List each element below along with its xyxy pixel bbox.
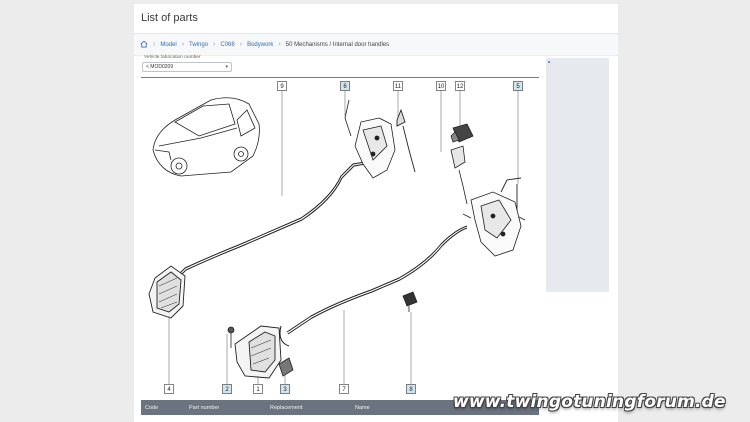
car-illustration — [152, 97, 260, 177]
callout-2[interactable]: 2 — [222, 384, 232, 394]
clip-8 — [402, 291, 418, 312]
callout-6[interactable]: 6 — [340, 81, 350, 91]
callout-7[interactable]: 7 — [339, 384, 349, 394]
callout-11[interactable]: 11 — [393, 81, 403, 91]
cable-9 — [176, 159, 378, 279]
callout-10[interactable]: 10 — [436, 81, 446, 91]
side-panel-marker — [548, 61, 550, 63]
callout-9[interactable]: 9 — [277, 81, 287, 91]
breadcrumb-separator: › — [181, 41, 185, 48]
part-12 — [450, 123, 474, 143]
lock-mechanism-right — [462, 191, 522, 257]
callout-4[interactable]: 4 — [164, 384, 174, 394]
home-icon[interactable] — [140, 40, 148, 50]
breadcrumb-separator: › — [239, 41, 243, 48]
fabrication-number-select[interactable]: < MOD0209 ▾ — [142, 62, 232, 72]
chevron-down-icon: ▾ — [225, 64, 228, 70]
parts-diagram: 9 6 11 10 12 5 4 2 1 3 7 8 — [148, 81, 526, 394]
column-part-number[interactable]: Part number — [189, 405, 219, 411]
page-title: List of parts — [141, 12, 198, 24]
breadcrumb: › Model › Twingo › C068 › Bodywork › 50 … — [134, 34, 618, 56]
column-code[interactable]: Code — [145, 405, 158, 411]
column-name[interactable]: Name — [355, 405, 370, 411]
callout-label: 10 — [438, 84, 445, 90]
cable-7 — [279, 225, 468, 347]
breadcrumb-twingo[interactable]: Twingo — [189, 42, 208, 48]
callout-8[interactable]: 8 — [406, 384, 416, 394]
watermark-text: www.twingotuningforum.de — [453, 392, 726, 412]
page-header: List of parts — [134, 4, 618, 34]
column-replacement[interactable]: Replacement — [270, 405, 302, 411]
callout-3[interactable]: 3 — [280, 384, 290, 394]
breadcrumb-bodywork[interactable]: Bodywork — [247, 42, 273, 48]
handle-4 — [148, 265, 186, 319]
callout-5[interactable]: 5 — [513, 81, 523, 91]
callout-12[interactable]: 12 — [455, 81, 465, 91]
breadcrumb-c068[interactable]: C068 — [220, 42, 234, 48]
fabrication-number-value: < MOD0209 — [146, 64, 174, 70]
lock-mechanism-left — [344, 99, 396, 179]
callout-label: 11 — [395, 84, 402, 90]
section-divider — [141, 77, 539, 78]
callout-label: 12 — [457, 84, 464, 90]
breadcrumb-separator: › — [278, 41, 281, 48]
fabrication-number-label: Vehicle fabrication number — [144, 55, 201, 60]
side-panel — [546, 58, 609, 292]
screw-2 — [227, 326, 235, 348]
breadcrumb-separator: › — [213, 41, 216, 48]
callout-1[interactable]: 1 — [253, 384, 263, 394]
part-10 — [450, 145, 468, 205]
bezel-3 — [278, 357, 294, 377]
breadcrumb-model[interactable]: Model — [160, 42, 176, 48]
breadcrumb-current: 50 Mechanisms / Internal door handles — [285, 41, 390, 48]
handle-1 — [234, 325, 282, 379]
breadcrumb-separator: › — [153, 41, 156, 48]
cable-11 — [396, 108, 416, 173]
